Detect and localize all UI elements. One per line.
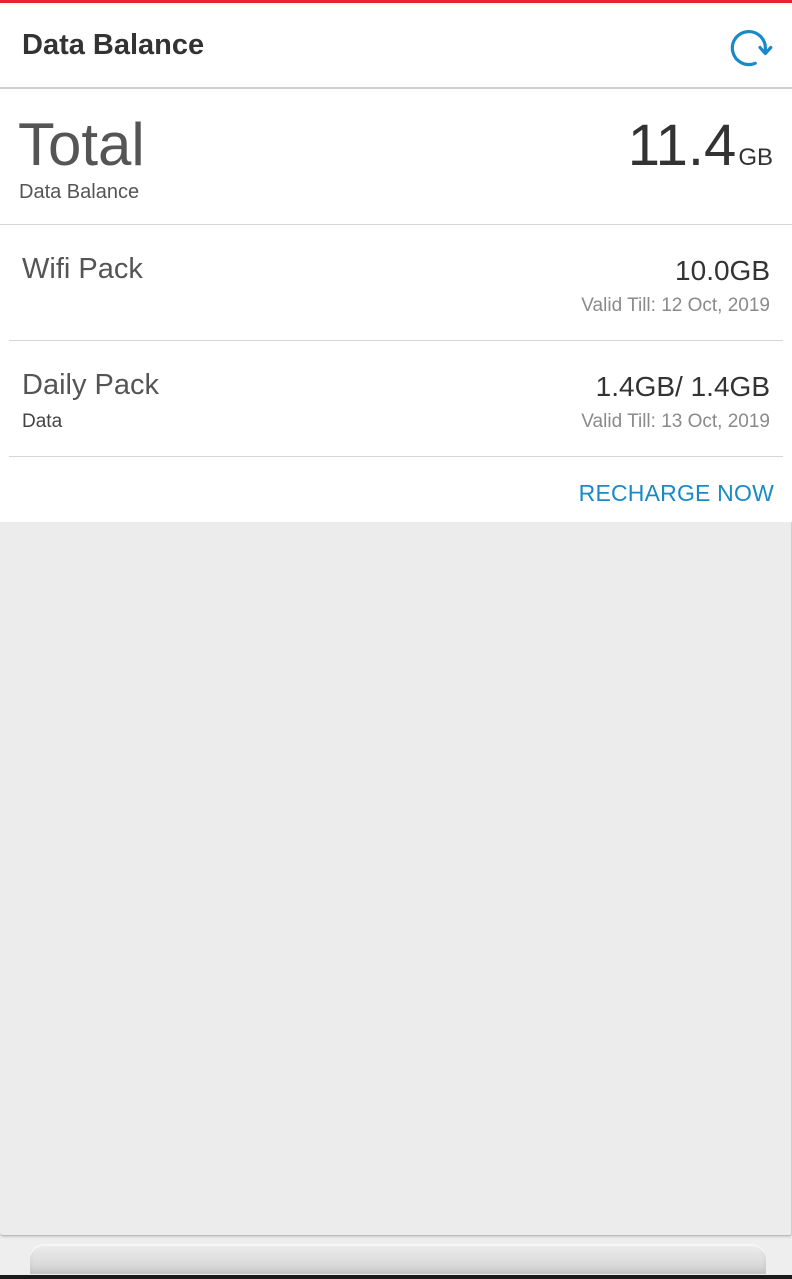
bottom-bar	[0, 1275, 792, 1279]
total-balance-row: Total Data Balance 11.4GB	[0, 89, 792, 225]
pack-row-daily: Daily Pack Data 1.4GB/ 1.4GB Valid Till:…	[9, 341, 783, 457]
pack-amount: 10.0GB	[675, 255, 770, 286]
recharge-now-button[interactable]: RECHARGE NOW	[579, 480, 774, 507]
data-balance-card: Data Balance Total Data Balance 11.4GB W…	[0, 3, 792, 1236]
total-unit: GB	[738, 144, 773, 171]
balance-content: Total Data Balance 11.4GB Wifi Pack 10.0…	[0, 89, 792, 522]
total-label: Total	[18, 111, 145, 178]
pack-validity: Valid Till: 12 Oct, 2019	[581, 295, 770, 316]
stacked-card-edge	[30, 1244, 766, 1274]
pack-row-wifi: Wifi Pack 10.0GB Valid Till: 12 Oct, 201…	[9, 225, 783, 341]
total-amount: 11.4	[627, 113, 737, 178]
pack-name: Daily Pack	[22, 369, 159, 401]
pack-validity: Valid Till: 13 Oct, 2019	[581, 411, 770, 432]
recharge-row: RECHARGE NOW	[0, 457, 792, 522]
refresh-button[interactable]	[724, 23, 774, 73]
card-title: Data Balance	[22, 29, 205, 61]
pack-name: Wifi Pack	[22, 253, 143, 285]
pack-amount: 1.4GB/ 1.4GB	[595, 371, 770, 402]
pack-subtitle: Data	[22, 411, 63, 432]
total-sublabel: Data Balance	[19, 181, 140, 203]
card-header: Data Balance	[0, 3, 792, 89]
refresh-icon	[730, 29, 773, 67]
total-value: 11.4GB	[628, 117, 773, 175]
